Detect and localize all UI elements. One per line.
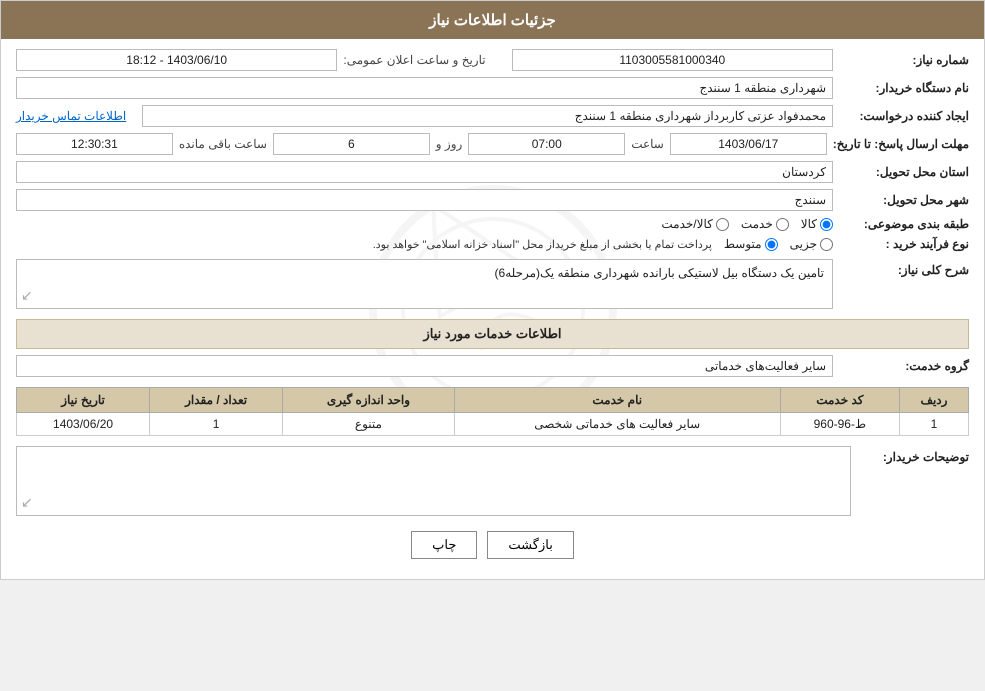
description-text: تامین یک دستگاه بیل لاستیکی بارانده شهرد… [17, 260, 832, 286]
process-motavasset[interactable]: متوسط [724, 237, 778, 251]
category-khedmat-radio[interactable] [776, 218, 789, 231]
process-jozi-label: جزیی [790, 237, 817, 251]
process-row: نوع فرآیند خرید : جزیی متوسط پرداخت تمام… [16, 237, 969, 251]
category-kala-label: کالا [801, 217, 817, 231]
request-number-value: 1103005581000340 [512, 49, 833, 71]
deadline-time: 07:00 [468, 133, 625, 155]
category-kala[interactable]: کالا [801, 217, 833, 231]
cell-code: ط-96-960 [780, 413, 899, 436]
creator-value: محمدفواد عزتی کاربرداز شهرداری منطقه 1 س… [142, 105, 833, 127]
category-khedmat-label: خدمت [741, 217, 773, 231]
category-row: طبقه بندی موضوعی: کالا خدمت کالا/خدمت [16, 217, 969, 231]
deadline-remaining-label: ساعت باقی مانده [179, 137, 267, 151]
announce-date-value: 1403/06/10 - 18:12 [16, 49, 337, 71]
announce-date-label: تاریخ و ساعت اعلان عمومی: [343, 53, 485, 67]
category-khedmat[interactable]: خدمت [741, 217, 789, 231]
description-section: شرح کلی نیاز: تامین یک دستگاه بیل لاستیک… [16, 259, 969, 309]
deadline-time-label: ساعت [631, 137, 664, 151]
cell-row: 1 [899, 413, 968, 436]
col-header-qty: تعداد / مقدار [150, 388, 283, 413]
buyer-desc-section: توضیحات خریدار: [16, 446, 969, 516]
col-header-name: نام خدمت [454, 388, 780, 413]
creator-label: ایجاد کننده درخواست: [839, 109, 969, 123]
deadline-days-label: روز و [436, 137, 463, 151]
print-button[interactable]: چاپ [411, 531, 477, 559]
buyer-org-label: نام دستگاه خریدار: [839, 81, 969, 95]
province-value: کردستان [16, 161, 833, 183]
page-title: جزئیات اطلاعات نیاز [429, 12, 556, 29]
table-row: 1 ط-96-960 سایر فعالیت های خدماتی شخصی م… [17, 413, 969, 436]
province-row: استان محل تحویل: کردستان [16, 161, 969, 183]
process-jozi-radio[interactable] [820, 238, 833, 251]
back-button[interactable]: بازگشت [487, 531, 573, 559]
province-label: استان محل تحویل: [839, 165, 969, 179]
cell-unit: متنوع [283, 413, 455, 436]
category-kala-khedmat-radio[interactable] [716, 218, 729, 231]
process-motavasset-radio[interactable] [765, 238, 778, 251]
contact-link[interactable]: اطلاعات تماس خریدار [16, 109, 126, 123]
services-table-section: ردیف کد خدمت نام خدمت واحد اندازه گیری ت… [16, 387, 969, 436]
city-value: سنندج [16, 189, 833, 211]
process-note: پرداخت تمام یا بخشی از مبلغ خریداز محل "… [16, 238, 712, 251]
creator-row: ایجاد کننده درخواست: محمدفواد عزتی کاربر… [16, 105, 969, 127]
buyer-org-row: نام دستگاه خریدار: شهرداری منطقه 1 سنندج [16, 77, 969, 99]
col-header-row: ردیف [899, 388, 968, 413]
request-number-row: شماره نیاز: 1103005581000340 تاریخ و ساع… [16, 49, 969, 71]
cell-name: سایر فعالیت های خدماتی شخصی [454, 413, 780, 436]
category-kala-khedmat[interactable]: کالا/خدمت [661, 217, 728, 231]
col-header-code: کد خدمت [780, 388, 899, 413]
description-box[interactable]: تامین یک دستگاه بیل لاستیکی بارانده شهرد… [16, 259, 833, 309]
description-label: شرح کلی نیاز: [839, 259, 969, 277]
services-section-title: اطلاعات خدمات مورد نیاز [16, 319, 969, 349]
deadline-days: 6 [273, 133, 430, 155]
deadline-date: 1403/06/17 [670, 133, 827, 155]
category-label: طبقه بندی موضوعی: [839, 217, 969, 231]
col-header-date: تاریخ نیاز [17, 388, 150, 413]
city-label: شهر محل تحویل: [839, 193, 969, 207]
col-header-unit: واحد اندازه گیری [283, 388, 455, 413]
deadline-label: مهلت ارسال پاسخ: تا تاریخ: [833, 137, 969, 151]
process-label: نوع فرآیند خرید : [839, 237, 969, 251]
footer-buttons: بازگشت چاپ [16, 531, 969, 559]
page-header: جزئیات اطلاعات نیاز [1, 1, 984, 39]
buyer-desc-label: توضیحات خریدار: [859, 446, 969, 516]
service-group-row: گروه خدمت: سایر فعالیت‌های خدماتی [16, 355, 969, 377]
cell-qty: 1 [150, 413, 283, 436]
category-kala-radio[interactable] [820, 218, 833, 231]
service-group-label: گروه خدمت: [839, 359, 969, 373]
process-radio-group: جزیی متوسط پرداخت تمام یا بخشی از مبلغ خ… [16, 237, 833, 251]
buyer-desc-box[interactable] [16, 446, 851, 516]
services-table: ردیف کد خدمت نام خدمت واحد اندازه گیری ت… [16, 387, 969, 436]
request-number-label: شماره نیاز: [839, 53, 969, 67]
deadline-remaining: 12:30:31 [16, 133, 173, 155]
category-radio-group: کالا خدمت کالا/خدمت [16, 217, 833, 231]
category-kala-khedmat-label: کالا/خدمت [661, 217, 712, 231]
buyer-org-value: شهرداری منطقه 1 سنندج [16, 77, 833, 99]
deadline-row: مهلت ارسال پاسخ: تا تاریخ: 1403/06/17 سا… [16, 133, 969, 155]
service-group-value: سایر فعالیت‌های خدماتی [16, 355, 833, 377]
process-jozi[interactable]: جزیی [790, 237, 833, 251]
process-motavasset-label: متوسط [724, 237, 762, 251]
city-row: شهر محل تحویل: سنندج [16, 189, 969, 211]
cell-date: 1403/06/20 [17, 413, 150, 436]
